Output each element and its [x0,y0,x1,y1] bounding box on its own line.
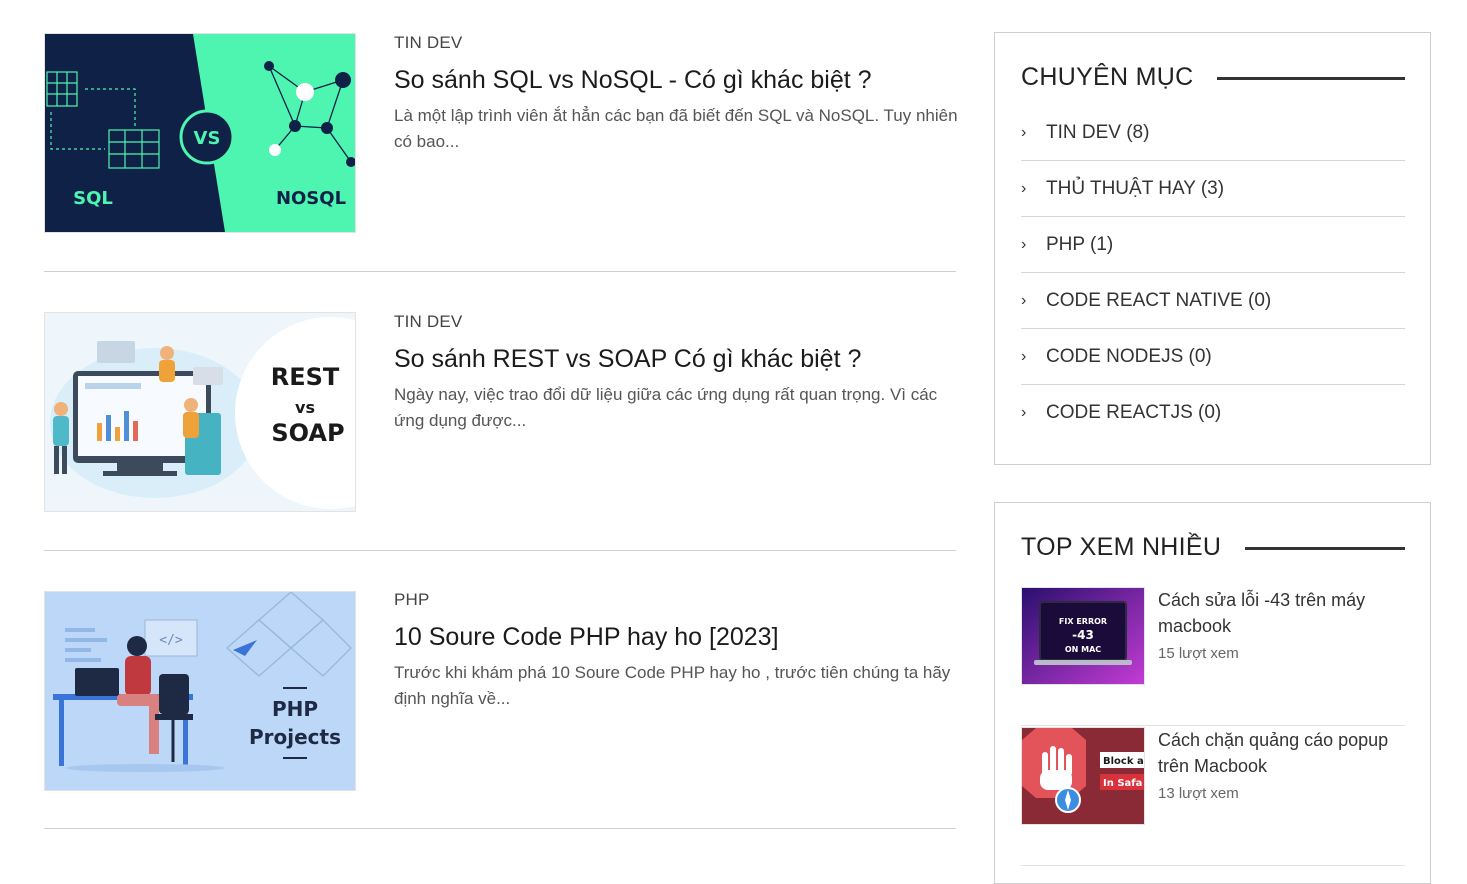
category-item[interactable]: › CODE REACT NATIVE (0) [1021,273,1405,329]
widget-header: TOP XEM NHIỀU [1021,533,1405,562]
svg-text:PHP: PHP [272,697,318,721]
post-card: REST vs SOAP TIN DEV So sánh REST vs SOA… [44,272,956,551]
category-item[interactable]: › THỦ THUẬT HAY (3) [1021,161,1405,217]
widget-title: TOP XEM NHIỀU [1021,533,1222,561]
post-title[interactable]: So sánh REST vs SOAP Có gì khác biệt ? [394,344,956,374]
post-thumbnail[interactable]: REST vs SOAP [44,312,356,512]
svg-text:Block a: Block a [1103,756,1144,767]
chevron-right-icon: › [1021,123,1027,141]
post-body: TIN DEV So sánh SQL vs NoSQL - Có gì khá… [394,33,958,155]
top-viewed-title[interactable]: Cách chặn quảng cáo popup trên Macbook [1158,727,1405,779]
svg-text:</>: </> [159,633,183,648]
category-item[interactable]: › PHP (1) [1021,217,1405,273]
top-viewed-list: FIX ERROR -43 ON MAC Cách sửa lỗi -43 tr… [1021,587,1405,866]
post-body: TIN DEV So sánh REST vs SOAP Có gì khác … [394,312,956,434]
top-viewed-widget: TOP XEM NHIỀU FIX ERROR -43 ON MAC Cách … [994,502,1431,884]
top-viewed-item: FIX ERROR -43 ON MAC Cách sửa lỗi -43 tr… [1021,587,1405,726]
chevron-right-icon: › [1021,403,1027,421]
post-excerpt: Trước khi khám phá 10 Soure Code PHP hay… [394,663,951,708]
svg-text:In Safa: In Safa [1103,778,1142,789]
rest-vs-soap-image: REST vs SOAP [45,313,355,511]
svg-text:Projects: Projects [249,725,341,749]
post-thumbnail[interactable]: </> PHP Projects [44,591,356,791]
chevron-right-icon: › [1021,347,1027,365]
post-category[interactable]: PHP [394,590,956,610]
top-viewed-thumbnail[interactable]: FIX ERROR -43 ON MAC [1021,587,1145,685]
view-count: 15 lượt xem [1158,645,1239,662]
view-count: 13 lượt xem [1158,785,1239,802]
svg-text:VS: VS [194,128,221,149]
svg-text:SQL: SQL [73,188,113,209]
category-item[interactable]: › TIN DEV (8) [1021,105,1405,161]
post-title[interactable]: 10 Soure Code PHP hay ho [2023] [394,622,956,652]
title-divider [1245,547,1405,550]
category-item[interactable]: › CODE REACTJS (0) [1021,385,1405,440]
post-card: </> PHP Projects PHP 10 Soure Code PHP h… [44,551,956,829]
post-thumbnail[interactable]: VS SQL NOSQL [44,33,356,233]
php-projects-image: </> PHP Projects [45,592,355,790]
top-viewed-item: Block a In Safa Cách chặn quảng cáo popu… [1021,727,1405,866]
chevron-right-icon: › [1021,291,1027,309]
category-list: › TIN DEV (8) › THỦ THUẬT HAY (3) › PHP … [1021,105,1405,440]
top-viewed-info: Cách sửa lỗi -43 trên máy macbook 15 lượ… [1158,587,1405,662]
chevron-right-icon: › [1021,235,1027,253]
category-label[interactable]: THỦ THUẬT HAY (3) [1046,178,1224,200]
post-category[interactable]: TIN DEV [394,33,956,53]
svg-text:-43: -43 [1072,628,1094,642]
block-popup-image: Block a In Safa [1022,728,1144,824]
category-label[interactable]: PHP (1) [1046,234,1113,256]
svg-text:ON MAC: ON MAC [1065,645,1101,654]
post-body: PHP 10 Soure Code PHP hay ho [2023] Trướ… [394,590,956,712]
chevron-right-icon: › [1021,179,1027,197]
widget-header: CHUYÊN MỤC [1021,63,1405,92]
svg-text:SOAP: SOAP [271,419,344,447]
title-divider [1217,77,1405,80]
svg-text:REST: REST [271,363,340,391]
category-item[interactable]: › CODE NODEJS (0) [1021,329,1405,385]
categories-widget: CHUYÊN MỤC › TIN DEV (8) › THỦ THUẬT HAY… [994,32,1431,465]
fix-error-mac-image: FIX ERROR -43 ON MAC [1022,588,1144,684]
sql-vs-nosql-image: VS SQL NOSQL [45,34,355,232]
widget-title: CHUYÊN MỤC [1021,63,1194,91]
post-card: VS SQL NOSQL TIN DEV So sánh SQL vs NoSQ… [44,0,958,272]
top-viewed-info: Cách chặn quảng cáo popup trên Macbook 1… [1158,727,1405,802]
svg-text:NOSQL: NOSQL [276,188,346,209]
category-label[interactable]: CODE NODEJS (0) [1046,346,1212,368]
post-list: VS SQL NOSQL TIN DEV So sánh SQL vs NoSQ… [44,0,958,829]
top-viewed-thumbnail[interactable]: Block a In Safa [1021,727,1145,825]
top-viewed-title[interactable]: Cách sửa lỗi -43 trên máy macbook [1158,587,1405,639]
post-excerpt: Ngày nay, việc trao đổi dữ liệu giữa các… [394,385,938,430]
post-category[interactable]: TIN DEV [394,312,956,332]
category-label[interactable]: CODE REACTJS (0) [1046,402,1221,424]
category-label[interactable]: CODE REACT NATIVE (0) [1046,290,1271,312]
post-excerpt: Là một lập trình viên ắt hẳn các bạn đã … [394,106,958,151]
svg-text:vs: vs [295,398,315,417]
svg-text:FIX ERROR: FIX ERROR [1059,617,1107,626]
category-label[interactable]: TIN DEV (8) [1046,122,1149,144]
post-title[interactable]: So sánh SQL vs NoSQL - Có gì khác biệt ? [394,65,956,95]
